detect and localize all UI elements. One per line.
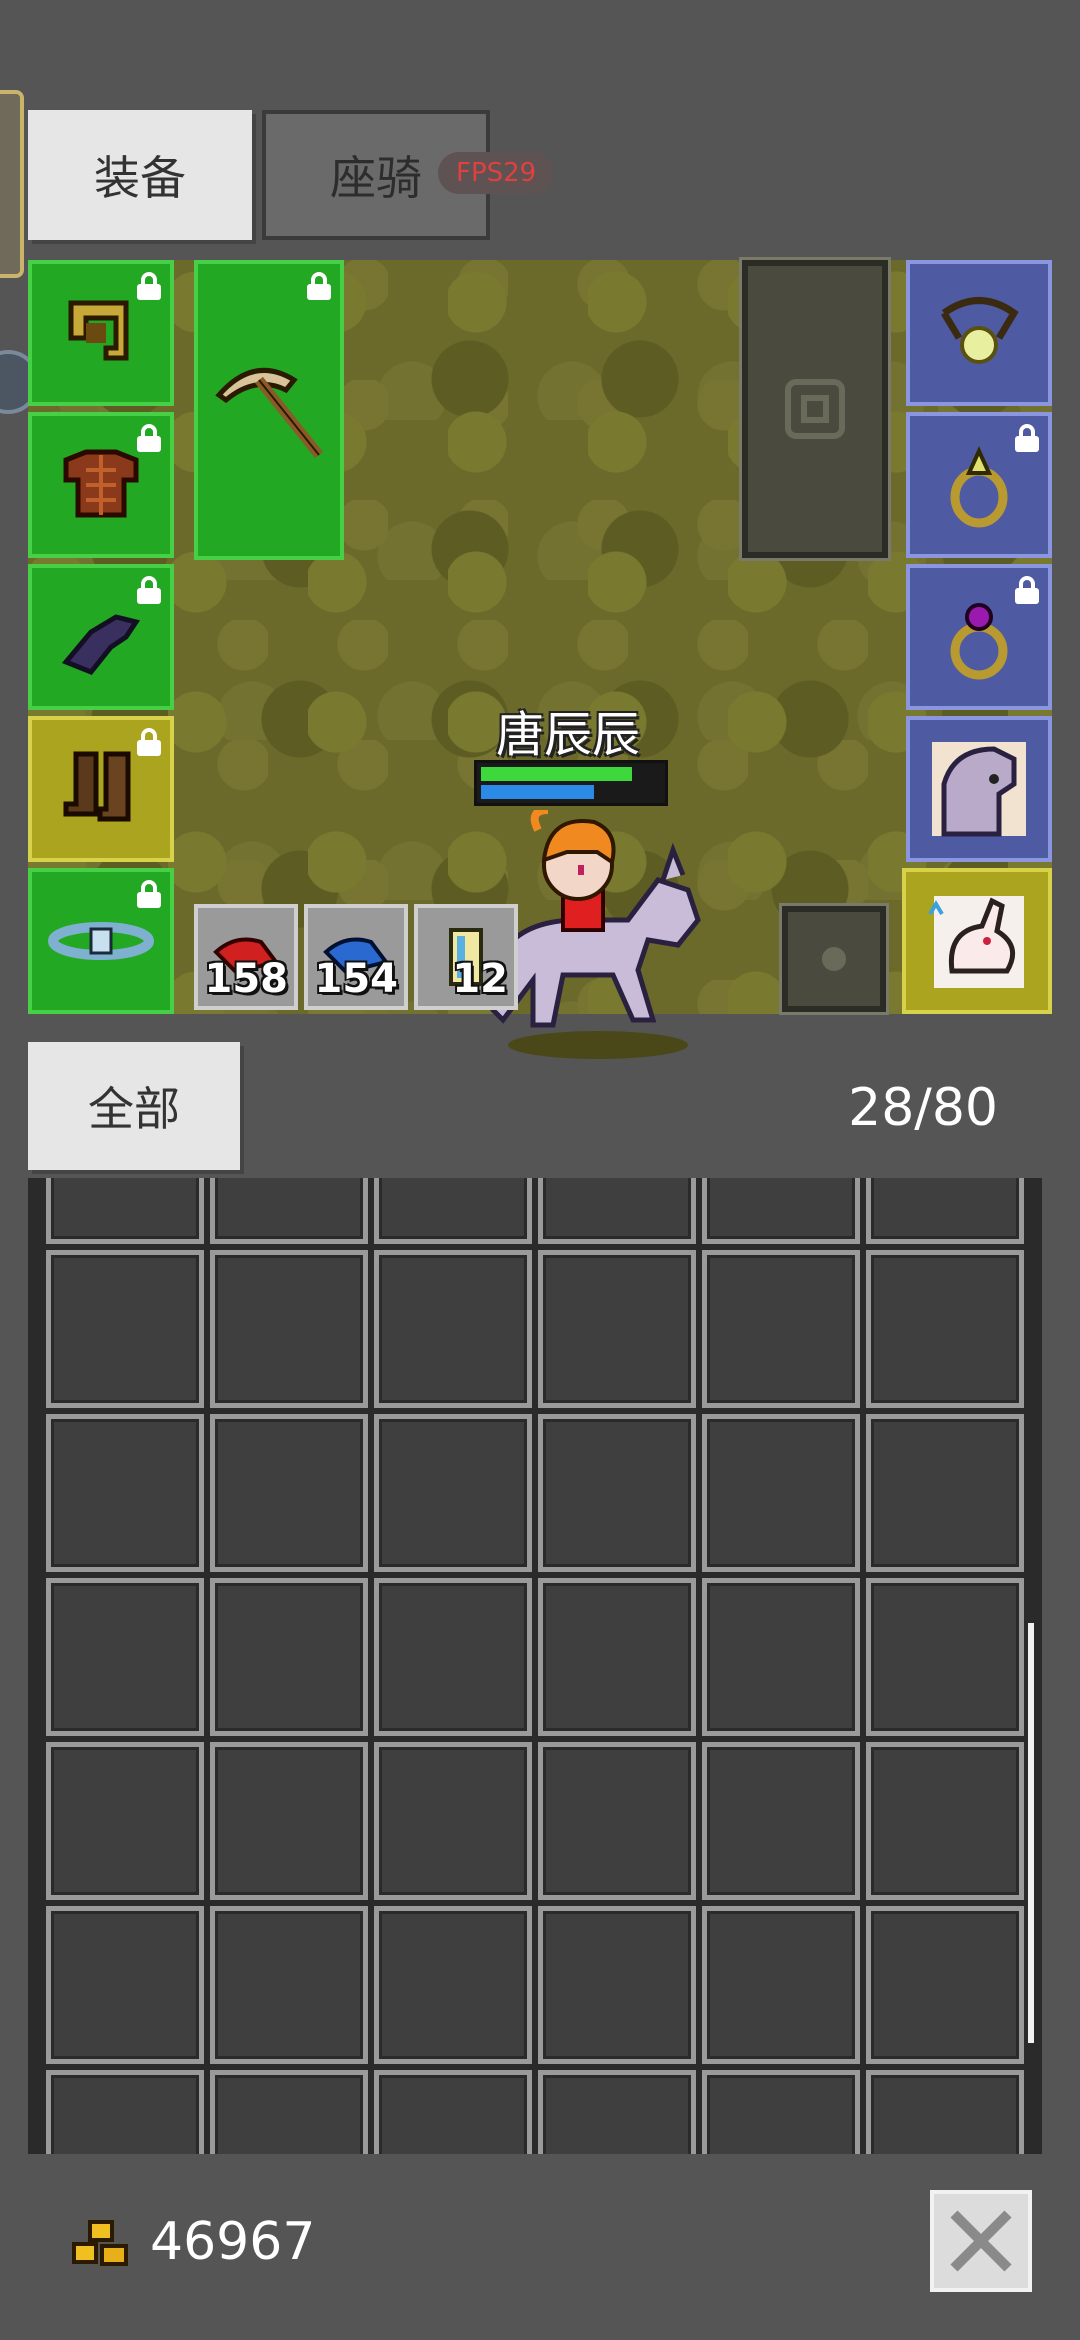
inventory-cell[interactable] bbox=[374, 1250, 532, 1408]
inventory-cell[interactable] bbox=[866, 1178, 1024, 1244]
rabbit-pet-icon bbox=[928, 896, 1024, 988]
equip-slot-pet[interactable] bbox=[902, 868, 1052, 1014]
tab-equipment-label: 装备 bbox=[94, 151, 186, 205]
bag-filter-label: 全部 bbox=[88, 1082, 180, 1136]
inventory-cell[interactable] bbox=[46, 1742, 204, 1900]
inventory-cell[interactable] bbox=[210, 1742, 368, 1900]
gold-icon bbox=[72, 2220, 128, 2266]
lock-icon bbox=[306, 272, 332, 300]
red-potion-count: 158 bbox=[204, 956, 289, 1002]
inventory-cell[interactable] bbox=[374, 1414, 532, 1572]
inventory-cell[interactable] bbox=[538, 1578, 696, 1736]
equip-slot-belt[interactable] bbox=[28, 868, 174, 1014]
necklace-icon bbox=[940, 297, 1019, 364]
inventory-cell[interactable] bbox=[46, 1906, 204, 2064]
inventory-cell[interactable] bbox=[210, 1414, 368, 1572]
inventory-cell[interactable] bbox=[538, 2070, 696, 2154]
scroll-count: 12 bbox=[452, 956, 508, 1002]
character-status-bars bbox=[474, 760, 668, 806]
inventory-cell[interactable] bbox=[538, 1906, 696, 2064]
blue-potion-count: 154 bbox=[314, 956, 399, 1002]
inventory-cell[interactable] bbox=[866, 1414, 1024, 1572]
inventory-cell[interactable] bbox=[866, 1906, 1024, 2064]
equip-slot-ring-1[interactable] bbox=[906, 412, 1052, 558]
inventory-cell[interactable] bbox=[702, 1414, 860, 1572]
inventory-cell[interactable] bbox=[702, 1250, 860, 1408]
quick-slot-blue-potion[interactable]: 154 bbox=[304, 904, 408, 1010]
inventory-cell[interactable] bbox=[46, 2070, 204, 2154]
inventory-cell[interactable] bbox=[46, 1250, 204, 1408]
lock-icon bbox=[136, 272, 162, 300]
inventory-cell[interactable] bbox=[702, 1578, 860, 1736]
equip-slot-ring-2[interactable] bbox=[906, 564, 1052, 710]
close-icon bbox=[950, 2210, 1012, 2272]
inventory-cell[interactable] bbox=[210, 2070, 368, 2154]
inventory-scrollbar[interactable] bbox=[1028, 1623, 1034, 2043]
lock-icon bbox=[136, 728, 162, 756]
inventory-cell[interactable] bbox=[374, 1578, 532, 1736]
mp-bar bbox=[481, 785, 594, 799]
lock-icon bbox=[1014, 576, 1040, 604]
hp-bar bbox=[481, 767, 632, 781]
tab-equipment[interactable]: 装备 bbox=[28, 110, 252, 240]
horse-mount-icon bbox=[932, 742, 1026, 837]
inventory-cell[interactable] bbox=[702, 2070, 860, 2154]
bag-filter-all-button[interactable]: 全部 bbox=[28, 1042, 240, 1170]
empty-slot-icon bbox=[822, 947, 846, 971]
equip-slot-necklace[interactable] bbox=[906, 260, 1052, 406]
lock-icon bbox=[136, 576, 162, 604]
equip-slot-empty-offhand[interactable] bbox=[739, 257, 891, 561]
lock-icon bbox=[136, 424, 162, 452]
equip-slot-weapon[interactable] bbox=[194, 260, 344, 560]
inventory-grid bbox=[46, 1178, 1024, 2154]
equip-slot-gloves[interactable] bbox=[28, 564, 174, 710]
tab-mount-label: 座骑 bbox=[330, 151, 422, 205]
equip-slot-helmet[interactable] bbox=[28, 260, 174, 406]
inventory-cell[interactable] bbox=[210, 1906, 368, 2064]
inventory-cell[interactable] bbox=[866, 1578, 1024, 1736]
inventory-cell[interactable] bbox=[866, 1250, 1024, 1408]
lock-icon bbox=[136, 880, 162, 908]
inventory-cell[interactable] bbox=[46, 1178, 204, 1244]
belt-icon bbox=[48, 922, 154, 960]
gold-amount: 46967 bbox=[150, 2212, 316, 2272]
inventory-cell[interactable] bbox=[374, 1178, 532, 1244]
inventory-cell[interactable] bbox=[866, 1742, 1024, 1900]
inventory-cell[interactable] bbox=[46, 1578, 204, 1736]
inventory-cell[interactable] bbox=[374, 1906, 532, 2064]
inventory-cell[interactable] bbox=[46, 1414, 204, 1572]
inventory-cell[interactable] bbox=[538, 1250, 696, 1408]
bag-capacity: 28/80 bbox=[848, 1078, 998, 1138]
equip-slot-empty-small[interactable] bbox=[779, 903, 889, 1015]
quick-slot-red-potion[interactable]: 158 bbox=[194, 904, 298, 1010]
side-shield-decoration bbox=[0, 90, 24, 278]
inventory-cell[interactable] bbox=[702, 1178, 860, 1244]
equipment-panel: 唐辰辰 158 154 12 bbox=[28, 257, 1052, 1059]
equip-slot-armor[interactable] bbox=[28, 412, 174, 558]
lock-icon bbox=[1014, 424, 1040, 452]
inventory-grid-panel[interactable] bbox=[28, 1178, 1042, 2154]
inventory-cell[interactable] bbox=[374, 2070, 532, 2154]
fps-badge: FPS29 bbox=[438, 152, 555, 194]
inventory-cell[interactable] bbox=[210, 1578, 368, 1736]
inventory-cell[interactable] bbox=[702, 1906, 860, 2064]
inventory-cell[interactable] bbox=[210, 1178, 368, 1244]
inventory-cell[interactable] bbox=[702, 1742, 860, 1900]
inventory-cell[interactable] bbox=[866, 2070, 1024, 2154]
equip-slot-mount[interactable] bbox=[906, 716, 1052, 862]
inventory-cell[interactable] bbox=[538, 1742, 696, 1900]
empty-slot-icon bbox=[785, 379, 845, 439]
inventory-cell[interactable] bbox=[210, 1250, 368, 1408]
inventory-cell[interactable] bbox=[374, 1742, 532, 1900]
pickaxe-icon bbox=[215, 367, 323, 459]
character-name: 唐辰辰 bbox=[495, 707, 640, 763]
inventory-cell[interactable] bbox=[538, 1178, 696, 1244]
quick-slot-scroll[interactable]: 12 bbox=[414, 904, 518, 1010]
equip-slot-boots[interactable] bbox=[28, 716, 174, 862]
inventory-cell[interactable] bbox=[538, 1414, 696, 1572]
close-button[interactable] bbox=[930, 2190, 1032, 2292]
